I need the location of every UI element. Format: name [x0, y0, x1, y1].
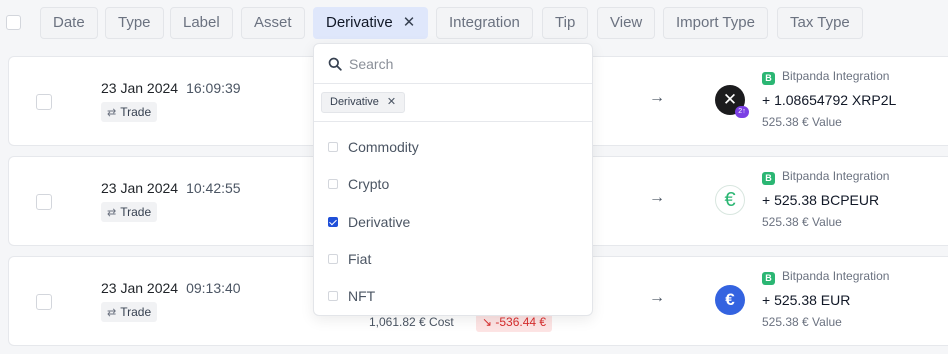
- type-label: Trade: [120, 105, 152, 119]
- time-text: 09:13:40: [186, 280, 241, 296]
- derivative-filter-dropdown: Derivative ✕ Commodity Crypto Derivative …: [313, 43, 593, 316]
- option-commodity[interactable]: Commodity: [328, 139, 419, 161]
- option-label: NFT: [348, 288, 376, 304]
- time-text: 16:09:39: [186, 80, 241, 96]
- integration-label: Bitpanda Integration: [782, 169, 890, 183]
- arrow-right-icon: →: [649, 289, 665, 306]
- filter-integration[interactable]: Integration: [436, 7, 533, 39]
- filter-label: Tax Type: [790, 14, 850, 31]
- option-label: Fiat: [348, 251, 372, 267]
- option-checkbox[interactable]: [328, 142, 338, 152]
- option-crypto[interactable]: Crypto: [328, 176, 389, 198]
- search-icon: [328, 57, 342, 71]
- arrow-right-icon: →: [649, 189, 665, 206]
- type-label: Trade: [120, 205, 152, 219]
- bitpanda-icon: B: [762, 272, 775, 285]
- filter-derivative[interactable]: Derivative ✕: [313, 7, 429, 39]
- row-checkbox[interactable]: [36, 94, 52, 110]
- selected-chip-derivative[interactable]: Derivative ✕: [321, 92, 406, 113]
- date-text: 23 Jan 2024: [101, 280, 179, 296]
- swap-icon: ⇄: [107, 107, 117, 119]
- bitpanda-icon: B: [762, 172, 775, 185]
- filter-label: Tip: [555, 14, 576, 31]
- option-fiat[interactable]: Fiat: [328, 251, 371, 273]
- filter-label: Integration: [449, 14, 520, 31]
- option-checkbox[interactable]: [328, 217, 338, 227]
- transaction-date: 23 Jan 2024 10:42:55: [101, 180, 241, 196]
- type-label: Trade: [120, 305, 152, 319]
- filter-label: Asset: [254, 14, 292, 31]
- filter-import-type[interactable]: Import Type: [663, 7, 768, 39]
- euro-icon: €: [715, 285, 745, 315]
- option-derivative[interactable]: Derivative: [328, 214, 410, 236]
- integration-label: Bitpanda Integration: [782, 69, 890, 83]
- time-text: 10:42:55: [186, 180, 241, 196]
- close-icon[interactable]: ✕: [403, 8, 416, 38]
- filter-label: Date: [53, 14, 85, 31]
- filter-label-filter[interactable]: Label: [170, 7, 233, 39]
- transaction-date: 23 Jan 2024 09:13:40: [101, 280, 241, 296]
- date-text: 23 Jan 2024: [101, 180, 179, 196]
- date-text: 23 Jan 2024: [101, 80, 179, 96]
- value: 525.38 € Value: [762, 215, 842, 229]
- filter-label: Label: [183, 14, 220, 31]
- euro-outline-icon: €: [715, 185, 745, 215]
- amount: + 1.08654792 XRP2L: [762, 92, 897, 108]
- option-nft[interactable]: NFT: [328, 288, 375, 310]
- integration-name: B Bitpanda Integration: [762, 169, 889, 185]
- close-icon[interactable]: ✕: [387, 96, 396, 108]
- option-checkbox[interactable]: [328, 179, 338, 189]
- filter-type[interactable]: Type: [105, 7, 164, 39]
- amount: + 525.38 BCPEUR: [762, 192, 880, 208]
- type-tag: ⇄ Trade: [101, 302, 158, 322]
- filter-bar: Date Type Label Asset Derivative ✕ Integr…: [0, 0, 948, 46]
- transaction-date: 23 Jan 2024 16:09:39: [101, 80, 241, 96]
- selected-chip-label: Derivative: [330, 96, 379, 108]
- filter-tax-type[interactable]: Tax Type: [777, 7, 863, 39]
- bitpanda-icon: B: [762, 72, 775, 85]
- filter-label: Type: [118, 14, 151, 31]
- option-label: Commodity: [348, 139, 419, 155]
- filter-label: Import Type: [676, 14, 755, 31]
- leverage-badge: 2↑: [735, 106, 749, 118]
- option-checkbox[interactable]: [328, 291, 338, 301]
- row-checkbox[interactable]: [36, 194, 52, 210]
- filter-label: Derivative: [326, 14, 393, 31]
- selected-values: Derivative ✕: [314, 84, 592, 122]
- select-all-checkbox[interactable]: [6, 15, 21, 30]
- integration-label: Bitpanda Integration: [782, 269, 890, 283]
- integration-name: B Bitpanda Integration: [762, 269, 889, 285]
- row-checkbox[interactable]: [36, 294, 52, 310]
- type-tag: ⇄ Trade: [101, 202, 158, 222]
- amount: + 525.38 EUR: [762, 292, 851, 308]
- filter-asset[interactable]: Asset: [241, 7, 305, 39]
- value: 525.38 € Value: [762, 315, 842, 329]
- filter-tip[interactable]: Tip: [542, 7, 589, 39]
- arrow-right-icon: →: [649, 89, 665, 106]
- cost-basis: 1,061.82 € Cost: [369, 315, 454, 329]
- xrp-icon: ✕ 2↑: [715, 85, 749, 118]
- search-input[interactable]: [349, 53, 579, 75]
- filter-view[interactable]: View: [597, 7, 656, 39]
- filter-label: View: [610, 14, 643, 31]
- option-checkbox[interactable]: [328, 254, 338, 264]
- integration-name: B Bitpanda Integration: [762, 69, 889, 85]
- filter-date[interactable]: Date: [40, 7, 98, 39]
- option-label: Derivative: [348, 214, 411, 230]
- value: 525.38 € Value: [762, 115, 842, 129]
- swap-icon: ⇄: [107, 207, 117, 219]
- type-tag: ⇄ Trade: [101, 102, 158, 122]
- dropdown-search: [314, 44, 592, 84]
- option-label: Crypto: [348, 176, 390, 192]
- swap-icon: ⇄: [107, 307, 117, 319]
